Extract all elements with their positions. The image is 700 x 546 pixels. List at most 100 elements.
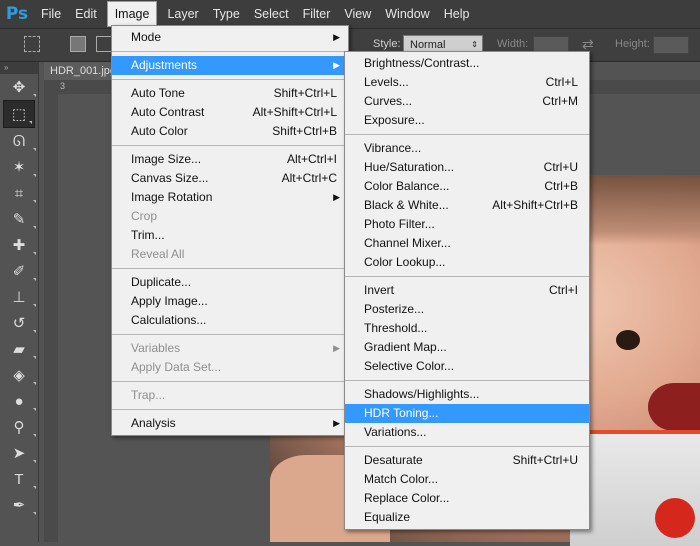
type-tool-icon[interactable]: T [0, 466, 38, 492]
adjustments-item-color-lookup[interactable]: Color Lookup... [345, 253, 589, 272]
adjustments-item-selective-color[interactable]: Selective Color... [345, 357, 589, 376]
marquee-tool-icon[interactable]: ⬚ [3, 100, 35, 128]
height-field[interactable] [653, 36, 689, 54]
menu-item-shortcut: Ctrl+B [544, 179, 578, 193]
menu-separator [112, 145, 348, 146]
adjustments-item-desaturate[interactable]: Desaturate Shift+Ctrl+U [345, 451, 589, 470]
document-tab[interactable]: HDR_001.jpg [44, 62, 116, 80]
menu-item-label: Gradient Map... [364, 340, 447, 354]
menu-item-label: Analysis [131, 416, 176, 430]
adjustments-item-hdr-toning[interactable]: HDR Toning... [345, 404, 589, 423]
photo-mouth [648, 383, 700, 431]
adjustments-item-photo-filter[interactable]: Photo Filter... [345, 215, 589, 234]
menu-image[interactable]: Image [106, 1, 158, 27]
image-menu-item-auto-tone[interactable]: Auto Tone Shift+Ctrl+L [112, 84, 348, 103]
adjustments-item-levels[interactable]: Levels... Ctrl+L [345, 73, 589, 92]
image-menu-item-image-rotation[interactable]: Image Rotation ▶ [112, 188, 348, 207]
menu-item-label: Shadows/Highlights... [364, 387, 480, 401]
adjustments-item-black-white[interactable]: Black & White... Alt+Shift+Ctrl+B [345, 196, 589, 215]
menu-item-label: Posterize... [364, 302, 425, 316]
adjustments-item-equalize[interactable]: Equalize [345, 508, 589, 527]
adjustments-item-shadows-highlights[interactable]: Shadows/Highlights... [345, 385, 589, 404]
adjustments-item-channel-mixer[interactable]: Channel Mixer... [345, 234, 589, 253]
image-menu-item-mode[interactable]: Mode ▶ [112, 28, 348, 47]
eraser-tool-icon[interactable]: ▰ [0, 336, 38, 362]
adjustments-item-curves[interactable]: Curves... Ctrl+M [345, 92, 589, 111]
adjustments-item-variations[interactable]: Variations... [345, 423, 589, 442]
adjustments-item-threshold[interactable]: Threshold... [345, 319, 589, 338]
image-menu-item-auto-contrast[interactable]: Auto Contrast Alt+Shift+Ctrl+L [112, 103, 348, 122]
blur-tool-icon[interactable]: ● [0, 388, 38, 414]
menu-type[interactable]: Type [206, 0, 247, 28]
menu-item-label: Replace Color... [364, 491, 450, 505]
submenu-arrow-icon: ▶ [333, 192, 340, 202]
menu-separator [345, 446, 589, 447]
adjustments-item-match-color[interactable]: Match Color... [345, 470, 589, 489]
add-selection-icon[interactable] [96, 36, 112, 52]
menu-item-label: Black & White... [364, 198, 449, 212]
menu-item-label: Apply Data Set... [131, 360, 222, 374]
menu-window[interactable]: Window [378, 0, 436, 28]
image-menu-item-trim[interactable]: Trim... [112, 226, 348, 245]
menu-item-label: Desaturate [364, 453, 423, 467]
image-menu-item-canvas-size[interactable]: Canvas Size... Alt+Ctrl+C [112, 169, 348, 188]
menu-edit[interactable]: Edit [68, 0, 104, 28]
menu-view[interactable]: View [337, 0, 378, 28]
adjustments-item-replace-color[interactable]: Replace Color... [345, 489, 589, 508]
path-selection-tool-icon[interactable]: ➤ [0, 440, 38, 466]
new-selection-icon[interactable] [70, 36, 86, 52]
menu-item-label: Auto Color [131, 124, 188, 138]
image-menu-item-analysis[interactable]: Analysis ▶ [112, 414, 348, 433]
menu-item-label: Threshold... [364, 321, 428, 335]
lasso-tool-icon[interactable]: ᘏ [0, 128, 38, 154]
menu-layer[interactable]: Layer [160, 0, 205, 28]
photo-eye [616, 330, 640, 350]
menu-item-label: Levels... [364, 75, 409, 89]
healing-brush-tool-icon[interactable]: ✚ [0, 232, 38, 258]
adjustments-item-color-balance[interactable]: Color Balance... Ctrl+B [345, 177, 589, 196]
brush-tool-icon[interactable]: ✐ [0, 258, 38, 284]
clone-stamp-tool-icon[interactable]: ⊥ [0, 284, 38, 310]
photo-toy [655, 498, 695, 538]
image-menu-item-calculations[interactable]: Calculations... [112, 311, 348, 330]
menu-item-label: Brightness/Contrast... [364, 56, 480, 70]
panel-collapse-icon[interactable]: » [0, 62, 38, 74]
image-menu-item-apply-image[interactable]: Apply Image... [112, 292, 348, 311]
menu-item-label: Calculations... [131, 313, 207, 327]
menu-item-label: Hue/Saturation... [364, 160, 455, 174]
adjustments-item-vibrance[interactable]: Vibrance... [345, 139, 589, 158]
menu-file[interactable]: File [34, 0, 68, 28]
image-menu-item-auto-color[interactable]: Auto Color Shift+Ctrl+B [112, 122, 348, 141]
marquee-preset-icon[interactable] [24, 36, 40, 52]
eyedropper-tool-icon[interactable]: ✎ [0, 206, 38, 232]
menu-help[interactable]: Help [437, 0, 477, 28]
image-menu-item-duplicate[interactable]: Duplicate... [112, 273, 348, 292]
adjustments-item-posterize[interactable]: Posterize... [345, 300, 589, 319]
history-brush-tool-icon[interactable]: ↺ [0, 310, 38, 336]
width-label: Width: [497, 38, 529, 50]
crop-tool-icon[interactable]: ⌗ [0, 180, 38, 206]
image-menu-item-adjustments[interactable]: Adjustments ▶ [112, 56, 348, 75]
adjustments-submenu: Brightness/Contrast... Levels... Ctrl+L Cur… [344, 51, 590, 530]
adjustments-item-invert[interactable]: Invert Ctrl+I [345, 281, 589, 300]
adjustments-item-hue-saturation[interactable]: Hue/Saturation... Ctrl+U [345, 158, 589, 177]
image-menu-item-image-size[interactable]: Image Size... Alt+Ctrl+I [112, 150, 348, 169]
menu-item-label: Vibrance... [364, 141, 422, 155]
menu-select[interactable]: Select [247, 0, 296, 28]
magic-wand-tool-icon[interactable]: ✶ [0, 154, 38, 180]
adjustments-item-exposure[interactable]: Exposure... [345, 111, 589, 130]
menu-item-shortcut: Alt+Shift+Ctrl+L [252, 105, 337, 119]
menu-separator [112, 268, 348, 269]
menu-item-label: Adjustments [131, 58, 198, 72]
adjustments-item-brightness-contrast[interactable]: Brightness/Contrast... [345, 54, 589, 73]
menu-item-shortcut: Ctrl+U [543, 160, 578, 174]
dodge-tool-icon[interactable]: ⚲ [0, 414, 38, 440]
pen-tool-icon[interactable]: ✒ [0, 492, 38, 518]
image-menu-item-trap: Trap... [112, 386, 348, 405]
paint-bucket-tool-icon[interactable]: ◈ [0, 362, 38, 388]
menu-filter[interactable]: Filter [296, 0, 338, 28]
menu-bar: Ps File Edit Image Layer Type Select Fil… [0, 0, 700, 29]
adjustments-item-gradient-map[interactable]: Gradient Map... [345, 338, 589, 357]
move-tool-icon[interactable]: ✥ [0, 74, 38, 100]
menu-item-label: Equalize [364, 510, 411, 524]
